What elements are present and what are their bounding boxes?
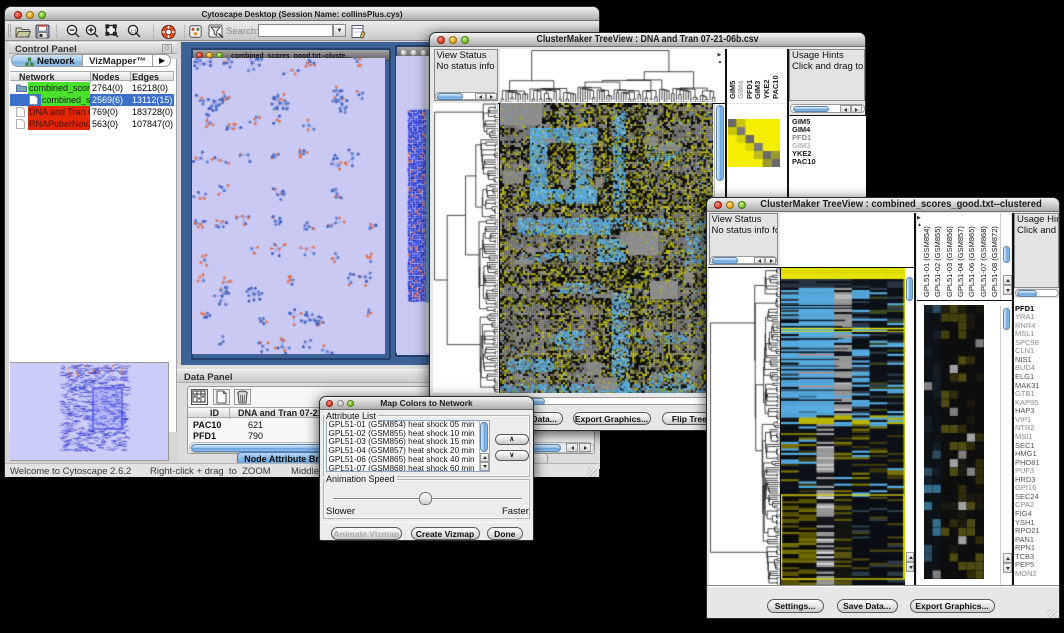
svg-text:1:1: 1:1: [131, 28, 138, 33]
